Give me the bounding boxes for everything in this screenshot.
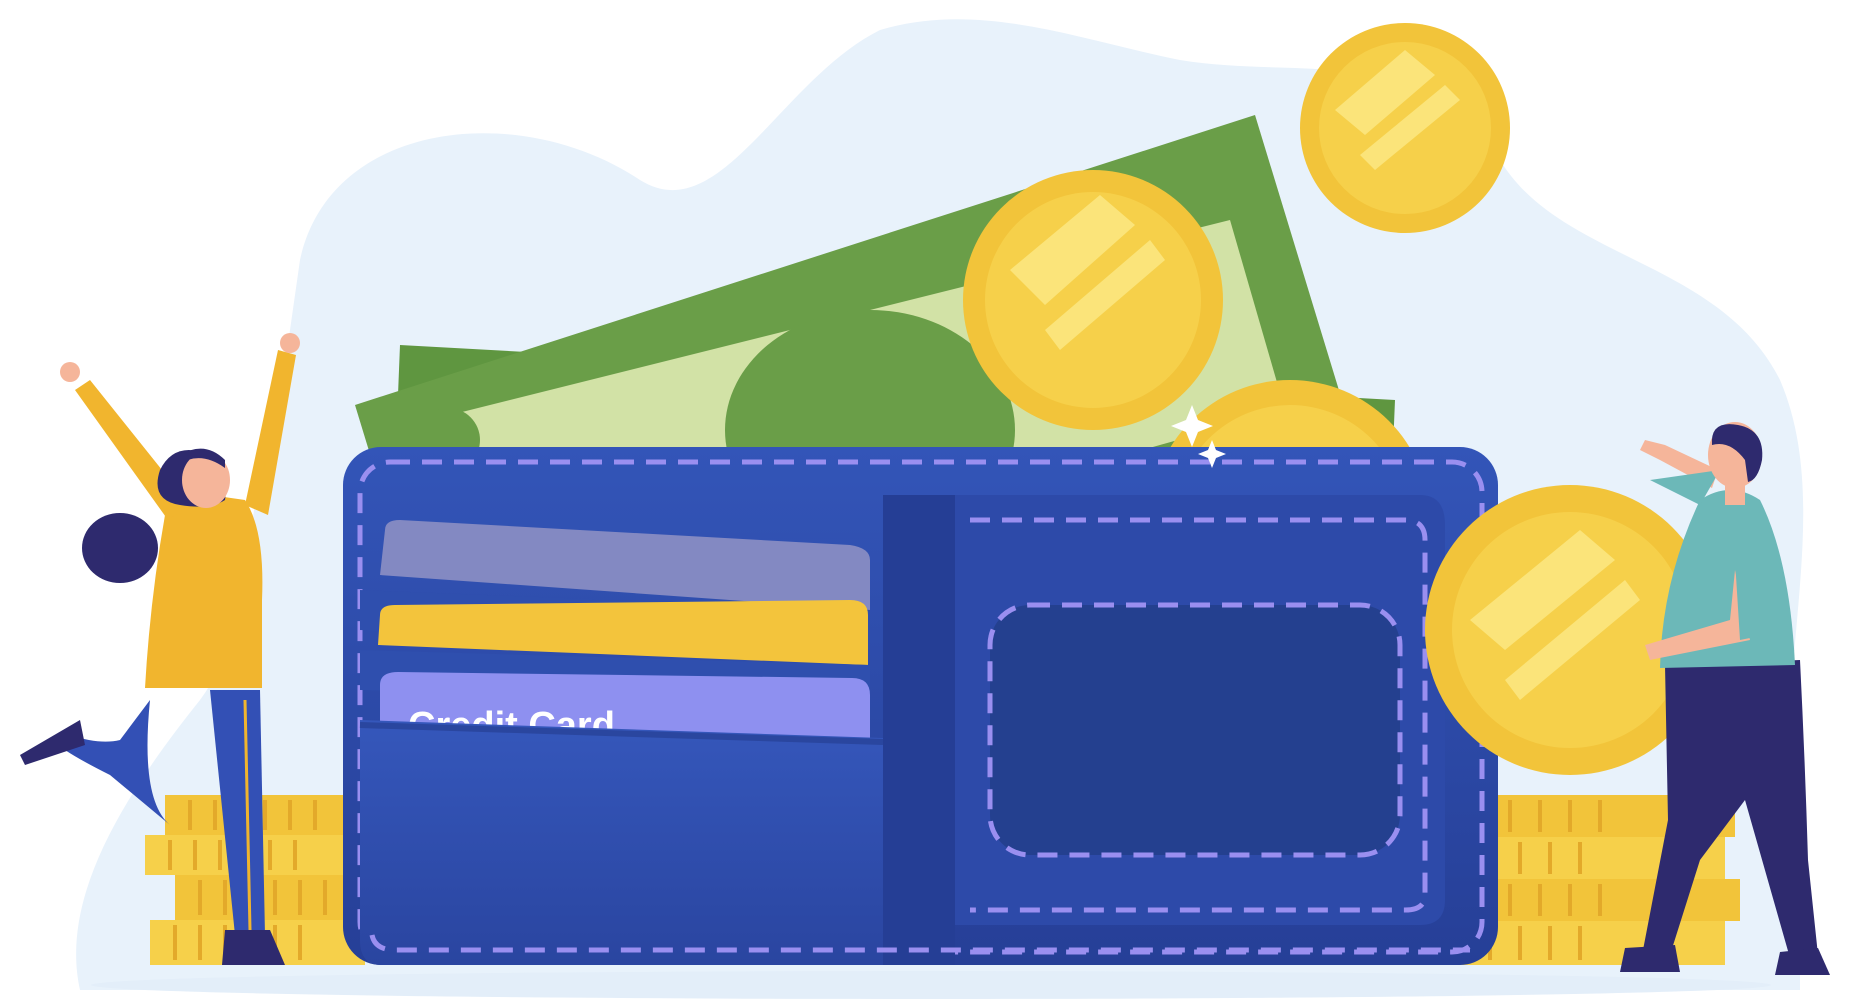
ground-shadow	[91, 971, 1771, 999]
coin-large-center	[963, 170, 1223, 430]
wallet-money-illustration: Credit Card	[20, 19, 1830, 999]
coin-top-right	[1300, 23, 1510, 233]
wallet-left-pocket	[360, 720, 883, 965]
